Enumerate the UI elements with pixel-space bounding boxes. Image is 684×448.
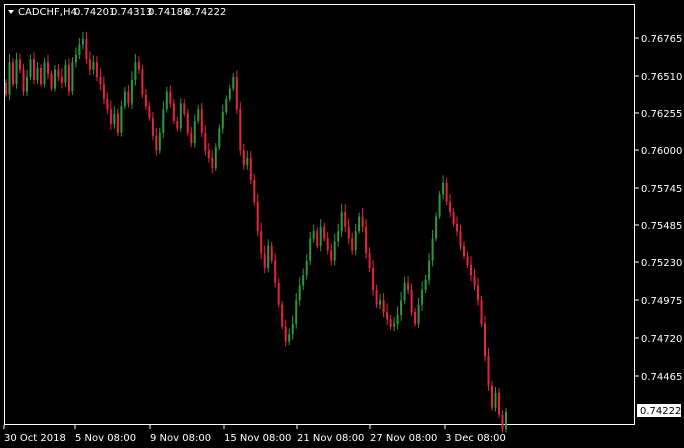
- price-tick: 0.76255: [641, 109, 682, 120]
- time-tick: 30 Oct 2018: [4, 433, 66, 444]
- chart-frame: [4, 4, 635, 425]
- price-tick: 0.76765: [641, 34, 682, 45]
- price-tick: 0.74975: [641, 296, 682, 307]
- current-price-label: 0.74222: [640, 406, 681, 417]
- time-tick: 3 Dec 08:00: [445, 433, 506, 444]
- candlestick-chart[interactable]: CADCHF,H4 0.74201 0.74313 0.74186 0.7422…: [0, 0, 684, 448]
- candles-group: [5, 31, 507, 433]
- price-tick: 0.76000: [641, 146, 682, 157]
- price-tick: 0.74720: [641, 334, 682, 345]
- price-tick: 0.76510: [641, 72, 682, 83]
- time-axis[interactable]: 30 Oct 2018 5 Nov 08:00 9 Nov 08:00 15 N…: [3, 425, 506, 444]
- chart-window[interactable]: CADCHF,H4 0.74201 0.74313 0.74186 0.7422…: [0, 0, 684, 448]
- symbol-dropdown-arrow-icon[interactable]: [8, 10, 14, 14]
- price-tick: 0.75745: [641, 184, 682, 195]
- header-low: 0.74186: [148, 7, 189, 18]
- price-tick: 0.75485: [641, 221, 682, 232]
- header-open: 0.74201: [74, 7, 115, 18]
- time-tick: 9 Nov 08:00: [150, 433, 211, 444]
- price-tick: 0.74465: [641, 372, 682, 383]
- time-tick: 15 Nov 08:00: [224, 433, 291, 444]
- time-tick: 5 Nov 08:00: [75, 433, 136, 444]
- time-tick: 27 Nov 08:00: [370, 433, 437, 444]
- header-close: 0.74222: [185, 7, 226, 18]
- header-high: 0.74313: [111, 7, 152, 18]
- price-axis[interactable]: 0.76765 0.76510 0.76255 0.76000 0.75745 …: [635, 34, 682, 417]
- price-tick: 0.75230: [641, 258, 682, 269]
- header-symbol: CADCHF,H4: [18, 7, 77, 18]
- time-tick: 21 Nov 08:00: [297, 433, 364, 444]
